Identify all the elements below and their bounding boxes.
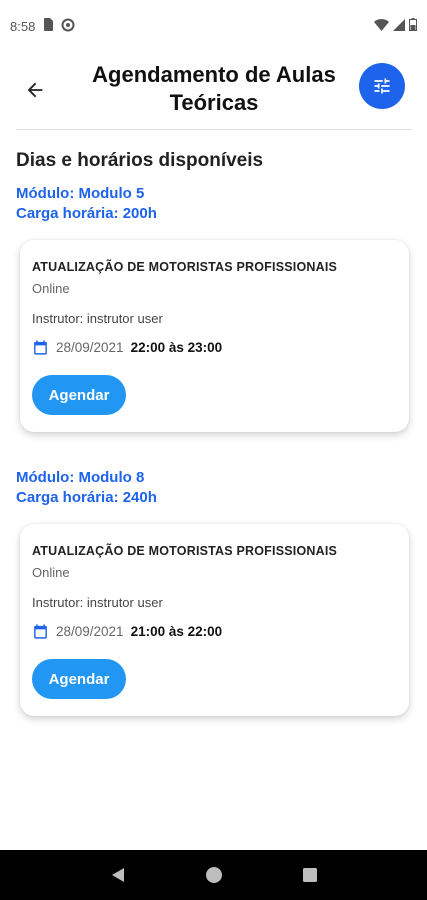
schedule-time: 22:00 às 23:00 (130, 340, 223, 355)
sim-card-icon (43, 18, 54, 34)
schedule-date: 28/09/2021 (56, 340, 124, 355)
module-workload: Carga horária: 200h (16, 205, 157, 222)
status-time: 8:58 (10, 18, 36, 34)
course-title: ATUALIZAÇÃO DE MOTORISTAS PROFISSIONAIS (32, 544, 338, 558)
back-arrow-icon (27, 82, 43, 98)
schedule-button[interactable]: Agendar (32, 659, 126, 699)
module-name: Módulo: Modulo 8 (16, 469, 145, 486)
page-title: Agendamento de Aulas Teóricas (92, 62, 336, 115)
sync-icon (61, 18, 75, 35)
filter-button[interactable] (359, 63, 405, 109)
module-name: Módulo: Modulo 5 (16, 185, 145, 202)
calendar-icon (34, 340, 47, 355)
status-bar: 8:58 (0, 0, 427, 52)
signal-icon (393, 18, 405, 34)
course-mode: Online (32, 565, 70, 580)
back-button[interactable] (18, 73, 52, 107)
nav-recents-icon[interactable] (302, 867, 318, 883)
schedule-time: 21:00 às 22:00 (130, 624, 223, 639)
schedule-row: 28/09/2021 21:00 às 22:00 (32, 623, 222, 640)
calendar-icon (34, 624, 47, 639)
schedule-row: 28/09/2021 22:00 às 23:00 (32, 339, 222, 356)
tune-icon (374, 78, 390, 94)
system-nav-bar (0, 850, 427, 900)
course-title: ATUALIZAÇÃO DE MOTORISTAS PROFISSIONAIS (32, 260, 338, 274)
class-card: ATUALIZAÇÃO DE MOTORISTAS PROFISSIONAIS … (20, 240, 409, 432)
schedule-date: 28/09/2021 (56, 624, 124, 639)
module-info: Módulo: Modulo 5 Carga horária: 200h (16, 184, 411, 224)
module-workload: Carga horária: 240h (16, 489, 157, 506)
battery-icon (409, 18, 417, 34)
schedule-button[interactable]: Agendar (32, 375, 126, 415)
instructor-label: Instrutor: instrutor user (32, 311, 163, 326)
course-mode: Online (32, 281, 70, 296)
nav-home-icon[interactable] (205, 866, 223, 884)
module-info: Módulo: Modulo 8 Carga horária: 240h (16, 468, 411, 508)
wifi-icon (374, 18, 389, 34)
nav-back-icon[interactable] (109, 866, 127, 884)
header-divider (16, 129, 412, 130)
section-title: Dias e horários disponíveis (16, 150, 264, 171)
class-card: ATUALIZAÇÃO DE MOTORISTAS PROFISSIONAIS … (20, 524, 409, 716)
app-bar: Agendamento de Aulas Teóricas (0, 55, 427, 125)
instructor-label: Instrutor: instrutor user (32, 595, 163, 610)
